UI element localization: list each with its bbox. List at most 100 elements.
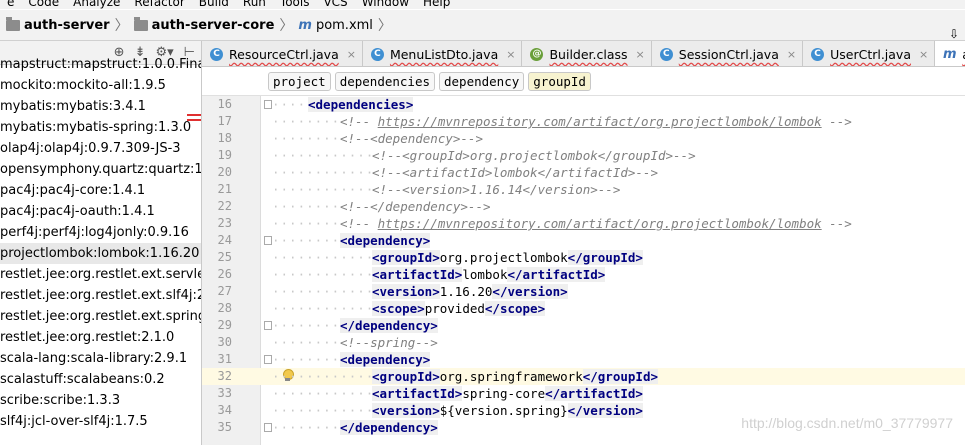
menu-item[interactable]: Tools [273, 0, 317, 9]
breadcrumb-file[interactable]: m pom.xml [298, 18, 373, 33]
close-icon[interactable]: × [919, 48, 928, 61]
xml-comment: --> [821, 216, 852, 231]
whitespace-dots: ············ [272, 250, 375, 265]
code-line[interactable]: 18 ········ <!--<dependency>--> [202, 130, 965, 147]
whitespace-dots: ············ [272, 369, 375, 384]
library-item[interactable]: mockito:mockito-all:1.9.5 [0, 75, 201, 96]
editor-tab[interactable]: C UserCtrl.java × [803, 41, 936, 66]
code-line[interactable]: 28 ············ <scope>provided</scope> [202, 300, 965, 317]
folder-icon [133, 16, 148, 31]
editor-tab[interactable]: @ Builder.class × [522, 41, 652, 66]
library-item[interactable]: restlet.jee:org.restlet.ext.servlet:2.1. [0, 264, 201, 285]
editor-tab[interactable]: C ResourceCtrl.java × [202, 41, 363, 66]
xml-tag: </artifactId> [507, 267, 606, 282]
code-line[interactable]: 24 ········ <dependency> [202, 232, 965, 249]
whitespace-dots: ···· [272, 97, 307, 112]
whitespace-dots: ········ [272, 114, 341, 129]
line-number: 23 [217, 216, 232, 230]
whitespace-dots: ········ [272, 131, 341, 146]
line-number: 29 [217, 318, 232, 332]
menu-item[interactable]: e [0, 0, 21, 9]
library-item[interactable]: pac4j:pac4j-core:1.4.1 [0, 180, 201, 201]
line-number: 19 [217, 148, 232, 162]
menu-item[interactable]: Build [192, 0, 236, 9]
menu-item[interactable]: Window [355, 0, 416, 9]
code-content: </dependency> [340, 419, 438, 436]
menu-item[interactable]: Analyze [66, 0, 127, 9]
library-item[interactable]: scalastuff:scalabeans:0.2 [0, 369, 201, 390]
close-icon[interactable]: × [506, 48, 515, 61]
code-line[interactable]: 23 ········ <!-- https://mvnrepository.com… [202, 215, 965, 232]
code-content: <scope>provided</scope> [372, 300, 546, 317]
code-line[interactable]: 19 ············ <!--<groupId>org.projectlo… [202, 147, 965, 164]
whitespace-dots: ········ [272, 216, 341, 231]
menu-item[interactable]: Code [21, 0, 66, 9]
code-line[interactable]: 22 ········ <!--</dependency>--> [202, 198, 965, 215]
code-content: <artifactId>spring-core</artifactId> [372, 385, 643, 402]
code-line[interactable]: 30 ········ <!--spring--> [202, 334, 965, 351]
menu-item[interactable]: Refactor [127, 0, 191, 9]
xml-path-item[interactable]: project [268, 71, 331, 91]
xml-comment: <!--<artifactId>lombok</artifactId>--> [372, 165, 658, 180]
line-number: 27 [217, 284, 232, 298]
breadcrumb-project-label: auth-server [24, 17, 110, 33]
editor-tab[interactable]: C MenuListDto.java × [363, 41, 523, 66]
code-line[interactable]: 25 ············ <groupId>org.projectlombok… [202, 249, 965, 266]
code-editor[interactable]: 16 ···· <dependencies> 17 ········ <!-- https… [202, 95, 965, 445]
code-line[interactable]: 21 ············ <!--<version>1.16.14</vers… [202, 181, 965, 198]
xml-path-item[interactable]: groupId [528, 71, 591, 91]
menu-item[interactable]: VCS [316, 0, 354, 9]
close-icon[interactable]: × [347, 48, 356, 61]
code-line[interactable]: 26 ············ <artifactId>lombok</artifa… [202, 266, 965, 283]
xml-tag: <dependency> [340, 233, 431, 248]
library-item[interactable]: opensymphony.quartz:quartz:1.6.1 [0, 159, 201, 180]
code-line[interactable]: 33 ············ <artifactId>spring-core</a… [202, 385, 965, 402]
whitespace-dots: ········ [272, 233, 341, 248]
library-item[interactable]: scala-lang:scala-library:2.9.1 [0, 348, 201, 369]
library-item[interactable]: mybatis:mybatis:3.4.1 [0, 96, 201, 117]
line-number: 33 [217, 386, 232, 400]
library-item[interactable]: olap4j:olap4j:0.9.7.309-JS-3 [0, 138, 201, 159]
code-line[interactable]: 16 ···· <dependencies> [202, 96, 965, 113]
library-item[interactable]: mybatis:mybatis-spring:1.3.0 [0, 117, 201, 138]
fold-icon[interactable] [264, 321, 272, 330]
fold-icon[interactable] [264, 355, 272, 364]
library-item[interactable]: projectlombok:lombok:1.16.20 [0, 243, 201, 264]
editor-tab[interactable]: C SessionCtrl.java × [652, 41, 804, 66]
library-item[interactable]: restlet.jee:org.restlet.ext.spring:2.1.0 [0, 306, 201, 327]
code-line[interactable]: 17 ········ <!-- https://mvnrepository.com… [202, 113, 965, 130]
fold-icon[interactable] [264, 100, 272, 109]
fold-icon[interactable] [264, 236, 272, 245]
library-item[interactable]: restlet.jee:org.restlet:2.1.0 [0, 327, 201, 348]
close-icon[interactable]: × [787, 48, 796, 61]
line-number: 16 [217, 97, 232, 111]
menu-bar: e Code Analyze Refactor Build Run Tools VCS Wind… [0, 0, 965, 9]
line-number: 21 [217, 182, 232, 196]
breadcrumb-module[interactable]: auth-server-core [133, 16, 274, 33]
code-line[interactable]: 31 ········ <dependency> [202, 351, 965, 368]
code-line[interactable]: 29 ········ </dependency> [202, 317, 965, 334]
library-item[interactable]: restlet.jee:org.restlet.ext.slf4j:2.1.0 [0, 285, 201, 306]
library-item[interactable]: mapstruct:mapstruct:1.0.0.Final [0, 54, 201, 75]
library-item[interactable]: pac4j:pac4j-oauth:1.4.1 [0, 201, 201, 222]
menu-item[interactable]: Run [236, 0, 273, 9]
line-number: 20 [217, 165, 232, 179]
code-line[interactable]: 27 ············ <version>1.16.20</version> [202, 283, 965, 300]
code-line[interactable]: 32 ············ <groupId>org.springframewo… [202, 368, 965, 385]
editor-tab[interactable]: mauth-serv [935, 41, 965, 66]
breadcrumb-project[interactable]: auth-server [6, 16, 110, 33]
xml-path-item[interactable]: dependencies [334, 71, 435, 91]
library-item[interactable]: perf4j:perf4j:log4jonly:0.9.16 [0, 222, 201, 243]
menu-item[interactable]: Help [416, 0, 457, 9]
download-icon[interactable]: ⇩ [949, 27, 959, 41]
close-icon[interactable]: × [636, 48, 645, 61]
fold-icon[interactable] [264, 423, 272, 432]
library-item[interactable]: slf4j:jcl-over-slf4j:1.7.5 [0, 411, 201, 432]
line-number: 31 [217, 352, 232, 366]
code-line[interactable]: 20 ············ <!--<artifactId>lombok</ar… [202, 164, 965, 181]
xml-path-item[interactable]: dependency [439, 71, 525, 91]
annotation-icon: @ [530, 47, 544, 61]
code-content: <dependencies> [308, 96, 414, 113]
library-item[interactable]: scribe:scribe:1.3.3 [0, 390, 201, 411]
xml-comment: --> [821, 114, 852, 129]
